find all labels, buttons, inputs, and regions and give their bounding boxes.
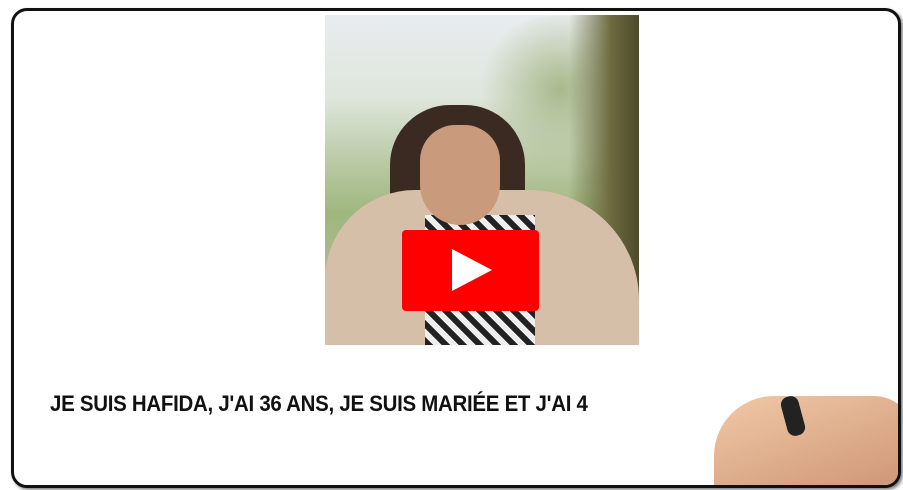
- face: [420, 125, 500, 225]
- play-icon: [452, 249, 492, 291]
- caption-text: JE SUIS HAFIDA, J'AI 36 ANS, JE SUIS MAR…: [50, 391, 588, 416]
- play-button[interactable]: [402, 230, 539, 311]
- drawing-hand: [714, 396, 898, 485]
